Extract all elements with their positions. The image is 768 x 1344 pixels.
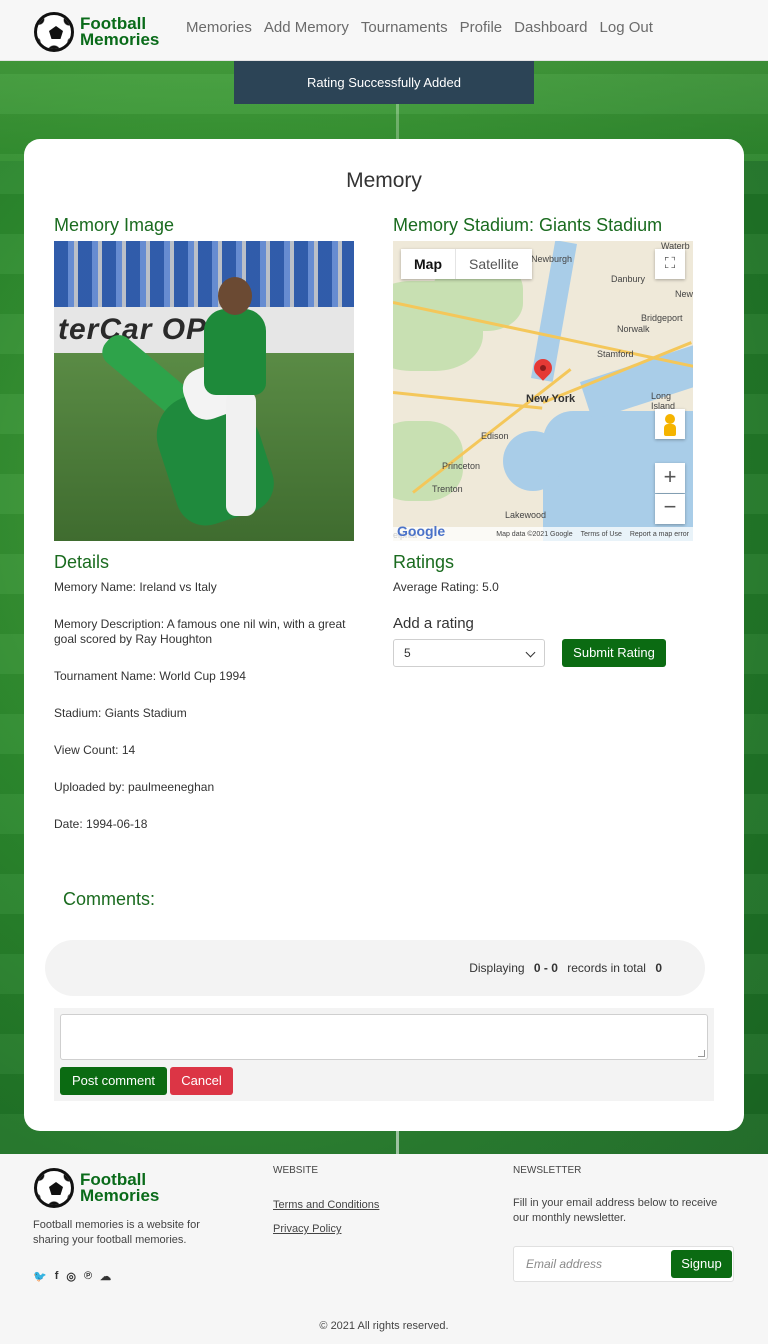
- comments-title: Comments:: [63, 889, 156, 909]
- nav-links: Memories Add Memory Tournaments Profile …: [186, 19, 653, 36]
- map-report-link[interactable]: Report a map error: [630, 531, 689, 538]
- rating-select-value: 5: [404, 646, 411, 660]
- fullscreen-icon[interactable]: ⛶: [655, 249, 685, 279]
- map-terms-link[interactable]: Terms of Use: [581, 531, 622, 538]
- newsletter-form: Email address Signup: [513, 1246, 734, 1282]
- nav-dashboard[interactable]: Dashboard: [514, 19, 587, 36]
- details-list: Memory Name: Ireland vs Italy Memory Des…: [54, 580, 354, 854]
- footer-logo-line2: Memories: [80, 1186, 160, 1205]
- zoom-in-button[interactable]: +: [655, 463, 685, 493]
- zoom-out-button[interactable]: −: [655, 494, 685, 524]
- football-icon: [34, 1168, 74, 1208]
- rating-select[interactable]: 5: [393, 639, 545, 667]
- google-logo: Google: [397, 523, 446, 539]
- newsletter-description: Fill in your email address below to rece…: [513, 1197, 718, 1224]
- memory-image-title: Memory Image: [54, 215, 175, 235]
- submit-rating-button[interactable]: Submit Rating: [562, 639, 666, 667]
- ratings-title: Ratings: [393, 552, 455, 572]
- signup-button[interactable]: Signup: [671, 1250, 732, 1278]
- detail-memory-name: Memory Name: Ireland vs Italy: [54, 580, 217, 594]
- pinterest-icon[interactable]: ℗: [84, 1270, 92, 1283]
- map-type-map-button[interactable]: Map: [401, 249, 455, 279]
- terms-link[interactable]: Terms and Conditions: [273, 1199, 379, 1211]
- footer-description: Football memories is a website for shari…: [33, 1219, 200, 1246]
- records-bar: Displaying 0 - 0 records in total 0: [45, 940, 705, 996]
- privacy-link[interactable]: Privacy Policy: [273, 1223, 341, 1235]
- add-rating-label: Add a rating: [393, 615, 474, 632]
- post-comment-button[interactable]: Post comment: [60, 1067, 167, 1095]
- memory-image: terCar OPEL: [54, 241, 354, 541]
- records-total-label: records in total: [567, 961, 646, 975]
- detail-tournament: Tournament Name: World Cup 1994: [54, 669, 246, 683]
- comment-form: Post comment Cancel: [54, 1008, 714, 1101]
- copyright: © 2021 All rights reserved.: [319, 1320, 449, 1332]
- records-total: 0: [655, 961, 662, 975]
- logo-line2: Memories: [80, 30, 160, 49]
- map-label-new-york: New York: [526, 393, 576, 405]
- details-title: Details: [54, 552, 110, 572]
- nav-profile[interactable]: Profile: [460, 19, 503, 36]
- detail-view-count: View Count: 14: [54, 743, 136, 757]
- social-links: 🐦 f ◎ ℗ ☁: [33, 1270, 111, 1283]
- twitter-icon[interactable]: 🐦: [33, 1270, 47, 1283]
- detail-uploaded-by: Uploaded by: paulmeeneghan: [54, 780, 215, 794]
- records-displaying-label: Displaying: [469, 961, 525, 975]
- facebook-icon[interactable]: f: [55, 1270, 59, 1283]
- footer: Football Memories Football memories is a…: [0, 1154, 768, 1344]
- cancel-button[interactable]: Cancel: [170, 1067, 233, 1095]
- instagram-icon[interactable]: ◎: [66, 1270, 76, 1283]
- stadium-map[interactable]: Newburgh Waterb Danbury New Bridgeport N…: [393, 241, 693, 541]
- street-view-pegman-icon[interactable]: [655, 409, 685, 439]
- nav-memories[interactable]: Memories: [186, 19, 252, 36]
- football-icon: [34, 12, 74, 52]
- average-rating: Average Rating: 5.0: [393, 580, 499, 594]
- footer-logo[interactable]: Football Memories: [34, 1168, 159, 1208]
- detail-stadium: Stadium: Giants Stadium: [54, 706, 187, 720]
- site-logo[interactable]: Football Memories: [34, 12, 159, 52]
- navbar: Football Memories Memories Add Memory To…: [0, 0, 768, 61]
- chevron-down-icon: [525, 647, 536, 658]
- nav-add-memory[interactable]: Add Memory: [264, 19, 349, 36]
- map-type-control: Map Satellite: [401, 249, 532, 279]
- email-input[interactable]: Email address: [526, 1257, 602, 1271]
- detail-date: Date: 1994-06-18: [54, 817, 148, 831]
- detail-description: Memory Description: A famous one nil win…: [54, 617, 346, 646]
- newsletter-heading: NEWSLETTER: [513, 1165, 582, 1176]
- nav-logout[interactable]: Log Out: [600, 19, 653, 36]
- website-heading: WEBSITE: [273, 1165, 319, 1176]
- nav-tournaments[interactable]: Tournaments: [361, 19, 448, 36]
- stadium-title: Memory Stadium: Giants Stadium: [393, 215, 663, 235]
- page-title: Memory: [346, 169, 422, 192]
- snapchat-icon[interactable]: ☁: [100, 1270, 111, 1283]
- comment-textarea[interactable]: [60, 1014, 708, 1060]
- memory-card: Memory Memory Image terCar OPEL Memory S…: [24, 139, 744, 1131]
- success-alert: Rating Successfully Added: [234, 61, 534, 104]
- records-range: 0 - 0: [533, 961, 558, 975]
- map-type-satellite-button[interactable]: Satellite: [455, 249, 532, 279]
